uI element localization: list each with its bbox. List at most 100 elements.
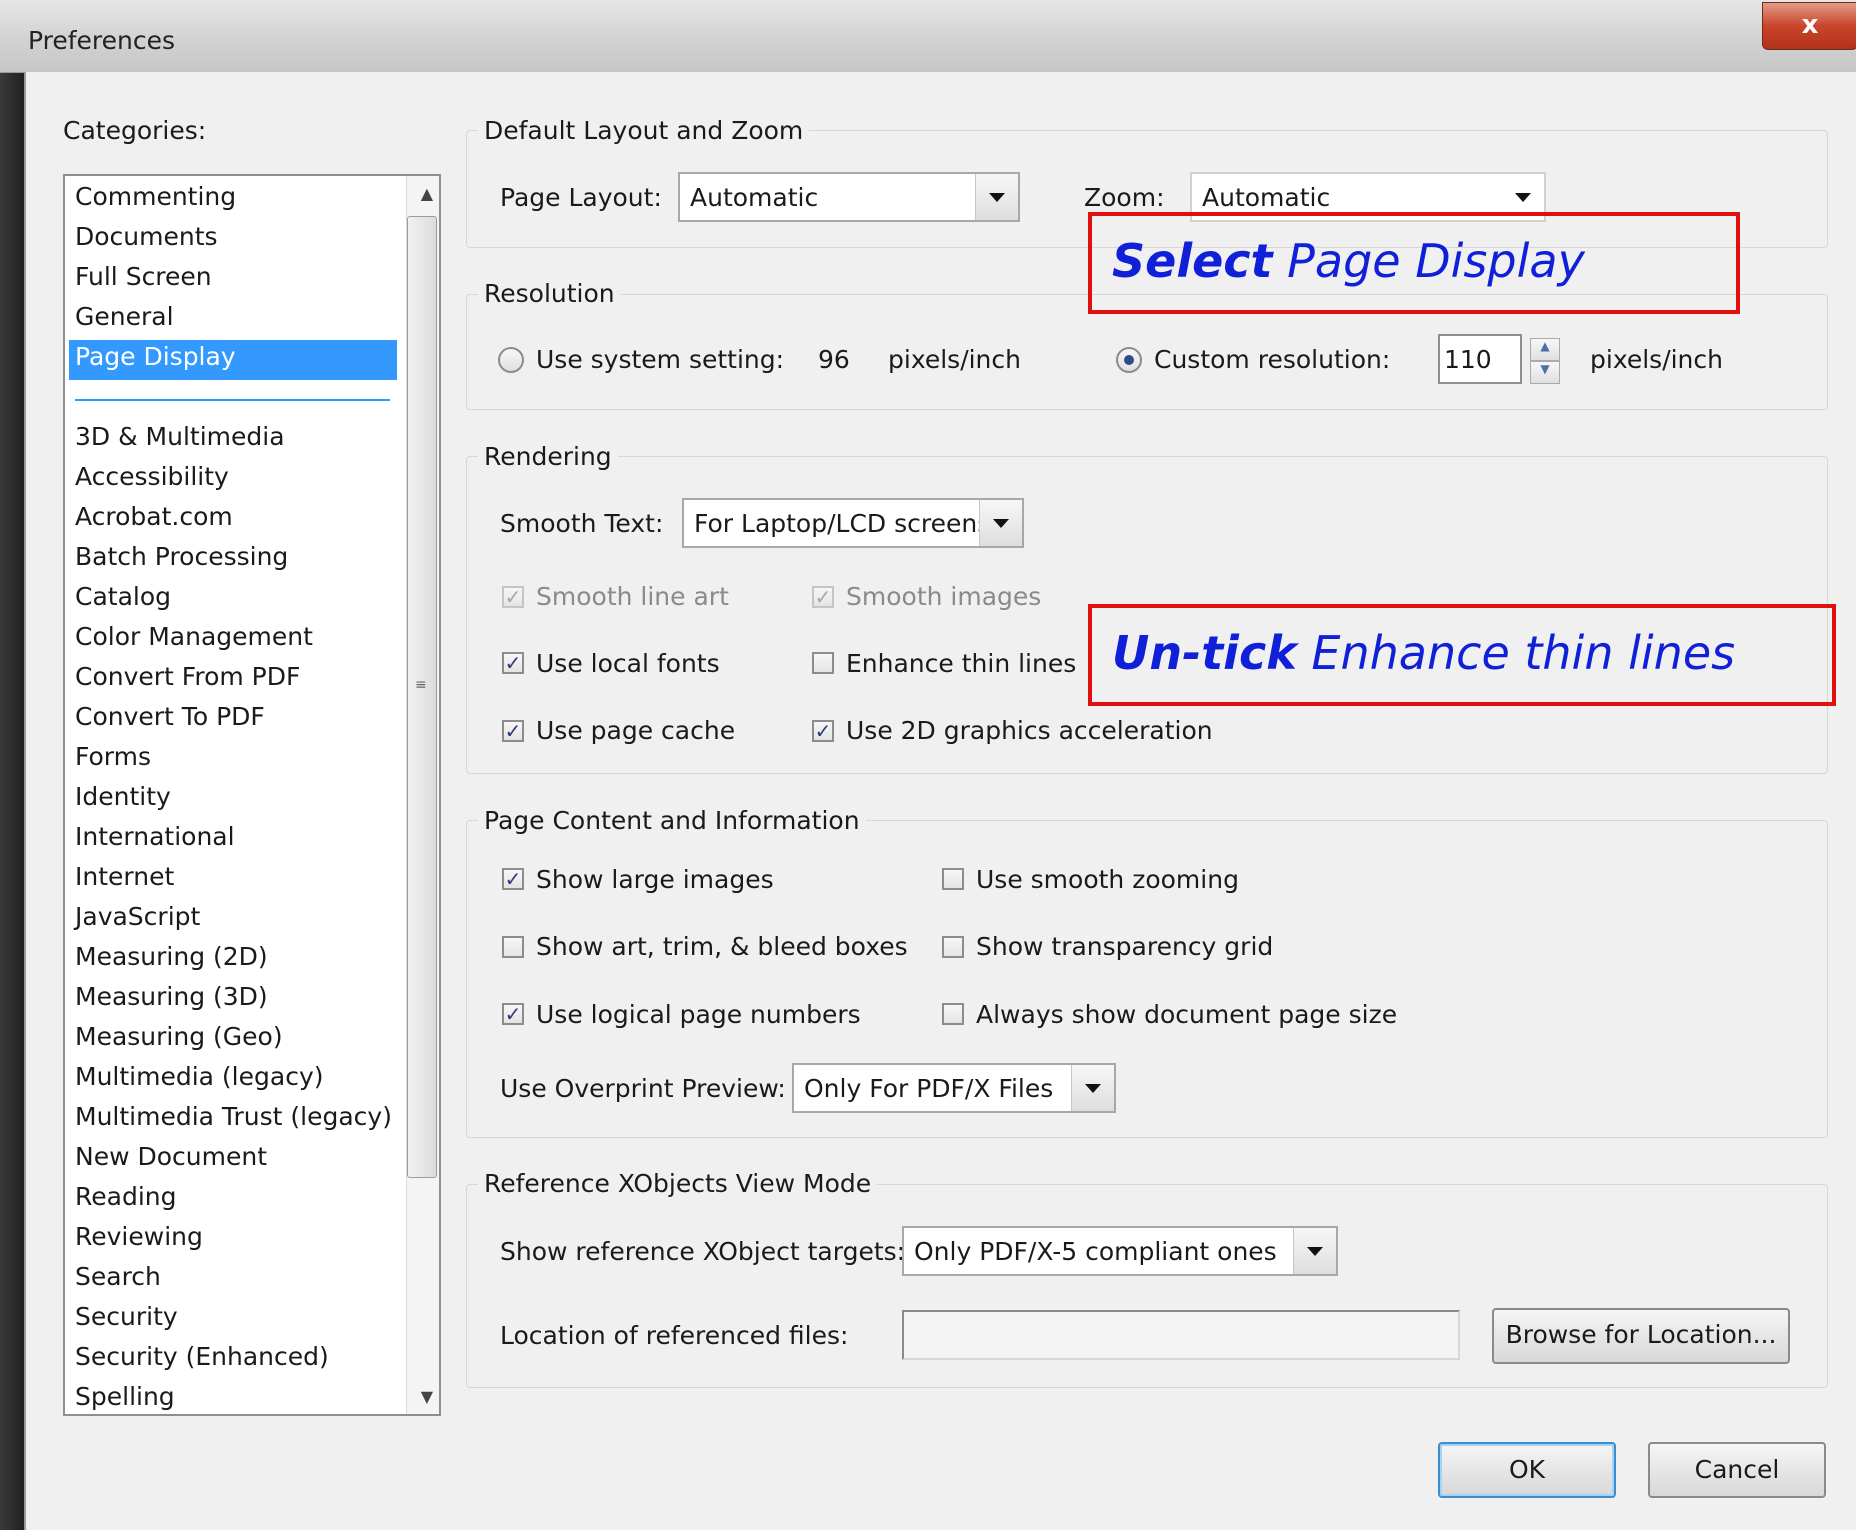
- category-item[interactable]: Accessibility: [75, 462, 229, 491]
- smooth-line-art-checkbox: ✓: [502, 586, 524, 608]
- scrollbar-thumb[interactable]: ≡: [407, 216, 437, 1178]
- chevron-down-icon[interactable]: [1293, 1228, 1336, 1274]
- spin-down-icon[interactable]: ▼: [1530, 361, 1560, 384]
- use-page-cache-checkbox[interactable]: ✓: [502, 720, 524, 742]
- use-smooth-zooming-checkbox[interactable]: [942, 868, 964, 890]
- category-item[interactable]: International: [75, 822, 235, 851]
- category-item[interactable]: Convert To PDF: [75, 702, 265, 731]
- zoom-value: Automatic: [1202, 183, 1331, 212]
- spin-up-icon[interactable]: ▲: [1530, 338, 1560, 361]
- categories-scrollbar[interactable]: ▲ ≡ ▼: [406, 176, 439, 1414]
- category-commenting[interactable]: Commenting: [75, 182, 236, 211]
- category-page-display[interactable]: Page Display: [75, 342, 236, 371]
- use-logical-page-numbers-label: Use logical page numbers: [536, 1000, 861, 1029]
- always-show-page-size-label: Always show document page size: [976, 1000, 1398, 1029]
- browse-location-button[interactable]: Browse for Location...: [1492, 1308, 1790, 1364]
- smooth-text-dropdown[interactable]: For Laptop/LCD screens: [682, 498, 1024, 548]
- close-button[interactable]: x: [1762, 2, 1856, 50]
- category-item[interactable]: Measuring (2D): [75, 942, 268, 971]
- custom-resolution-input[interactable]: 110: [1438, 334, 1522, 384]
- use-local-fonts-label: Use local fonts: [536, 649, 720, 678]
- category-item[interactable]: 3D & Multimedia: [75, 422, 285, 451]
- category-item[interactable]: Measuring (3D): [75, 982, 268, 1011]
- window-title: Preferences: [28, 26, 176, 55]
- categories-list[interactable]: Commenting Documents Full Screen General…: [63, 174, 441, 1416]
- category-full-screen[interactable]: Full Screen: [75, 262, 212, 291]
- use-logical-page-numbers-checkbox[interactable]: ✓: [502, 1003, 524, 1025]
- show-art-trim-label: Show art, trim, & bleed boxes: [536, 932, 908, 961]
- show-large-images-label: Show large images: [536, 865, 774, 894]
- smooth-images-checkbox: ✓: [812, 586, 834, 608]
- show-transparency-grid-checkbox[interactable]: [942, 936, 964, 958]
- page-layout-dropdown[interactable]: Automatic: [678, 172, 1020, 222]
- annotation-text: Un-tick Enhance thin lines: [1112, 626, 1735, 680]
- enhance-thin-lines-checkbox[interactable]: [812, 652, 834, 674]
- category-item[interactable]: Reading: [75, 1182, 176, 1211]
- enhance-thin-lines-label: Enhance thin lines: [846, 649, 1077, 678]
- category-documents[interactable]: Documents: [75, 222, 218, 251]
- use-local-fonts-checkbox[interactable]: ✓: [502, 652, 524, 674]
- system-setting-label: Use system setting:: [536, 345, 785, 374]
- smooth-line-art-label: Smooth line art: [536, 582, 729, 611]
- use-2d-accel-checkbox[interactable]: ✓: [812, 720, 834, 742]
- chevron-down-icon[interactable]: [979, 500, 1022, 546]
- custom-resolution-radio[interactable]: [1116, 347, 1142, 373]
- category-item[interactable]: Forms: [75, 742, 151, 771]
- category-item[interactable]: JavaScript: [75, 902, 200, 931]
- layout-zoom-title: Default Layout and Zoom: [478, 116, 810, 145]
- category-item[interactable]: Multimedia Trust (legacy): [75, 1102, 392, 1131]
- category-item[interactable]: Spelling: [75, 1382, 175, 1411]
- page-content-title: Page Content and Information: [478, 806, 866, 835]
- system-dpi-value: 96: [818, 345, 850, 374]
- annotation-untick-enhance-thin-lines: Un-tick Enhance thin lines: [1088, 604, 1836, 706]
- xobjects-title: Reference XObjects View Mode: [478, 1169, 878, 1198]
- close-icon: x: [1801, 10, 1819, 40]
- show-art-trim-checkbox[interactable]: [502, 936, 524, 958]
- category-item[interactable]: New Document: [75, 1142, 267, 1171]
- category-separator: [75, 399, 390, 401]
- use-page-cache-label: Use page cache: [536, 716, 736, 745]
- category-item[interactable]: Catalog: [75, 582, 171, 611]
- ok-button[interactable]: OK: [1438, 1442, 1616, 1498]
- page-layout-value: Automatic: [690, 183, 819, 212]
- category-item[interactable]: Multimedia (legacy): [75, 1062, 324, 1091]
- category-item[interactable]: Identity: [75, 782, 171, 811]
- smooth-text-value: For Laptop/LCD screens: [694, 509, 991, 538]
- location-label: Location of referenced files:: [500, 1321, 849, 1350]
- chevron-down-icon[interactable]: [1071, 1065, 1114, 1111]
- category-item[interactable]: Security: [75, 1302, 178, 1331]
- zoom-label: Zoom:: [1084, 183, 1165, 212]
- category-item[interactable]: Batch Processing: [75, 542, 288, 571]
- category-item[interactable]: Search: [75, 1262, 161, 1291]
- category-general[interactable]: General: [75, 302, 174, 331]
- rendering-title: Rendering: [478, 442, 618, 471]
- cancel-button[interactable]: Cancel: [1648, 1442, 1826, 1498]
- always-show-page-size-checkbox[interactable]: [942, 1003, 964, 1025]
- scroll-down-icon[interactable]: ▼: [421, 1387, 433, 1406]
- overprint-dropdown[interactable]: Only For PDF/X Files: [792, 1063, 1116, 1113]
- location-field[interactable]: [902, 1310, 1460, 1360]
- chevron-down-icon[interactable]: [975, 174, 1018, 220]
- category-item[interactable]: Convert From PDF: [75, 662, 300, 691]
- custom-resolution-label: Custom resolution:: [1154, 345, 1391, 374]
- custom-resolution-value: 110: [1444, 345, 1492, 374]
- use-smooth-zooming-label: Use smooth zooming: [976, 865, 1239, 894]
- category-item[interactable]: Internet: [75, 862, 174, 891]
- grip-icon: ≡: [415, 677, 427, 693]
- annotation-text: Select Page Display: [1112, 234, 1585, 288]
- category-item[interactable]: Color Management: [75, 622, 313, 651]
- title-bar: Preferences x: [0, 0, 1856, 73]
- system-setting-radio[interactable]: [498, 347, 524, 373]
- scroll-up-icon[interactable]: ▲: [421, 184, 433, 203]
- smooth-text-label: Smooth Text:: [500, 509, 664, 538]
- category-item[interactable]: Acrobat.com: [75, 502, 233, 531]
- category-item[interactable]: Security (Enhanced): [75, 1342, 329, 1371]
- system-dpi-unit: pixels/inch: [888, 345, 1021, 374]
- category-item[interactable]: Reviewing: [75, 1222, 203, 1251]
- annotation-rest: Page Display: [1272, 234, 1585, 288]
- show-large-images-checkbox[interactable]: ✓: [502, 868, 524, 890]
- xobject-targets-dropdown[interactable]: Only PDF/X-5 compliant ones: [902, 1226, 1338, 1276]
- annotation-rest: Enhance thin lines: [1296, 626, 1736, 680]
- show-transparency-grid-label: Show transparency grid: [976, 932, 1274, 961]
- category-item[interactable]: Measuring (Geo): [75, 1022, 283, 1051]
